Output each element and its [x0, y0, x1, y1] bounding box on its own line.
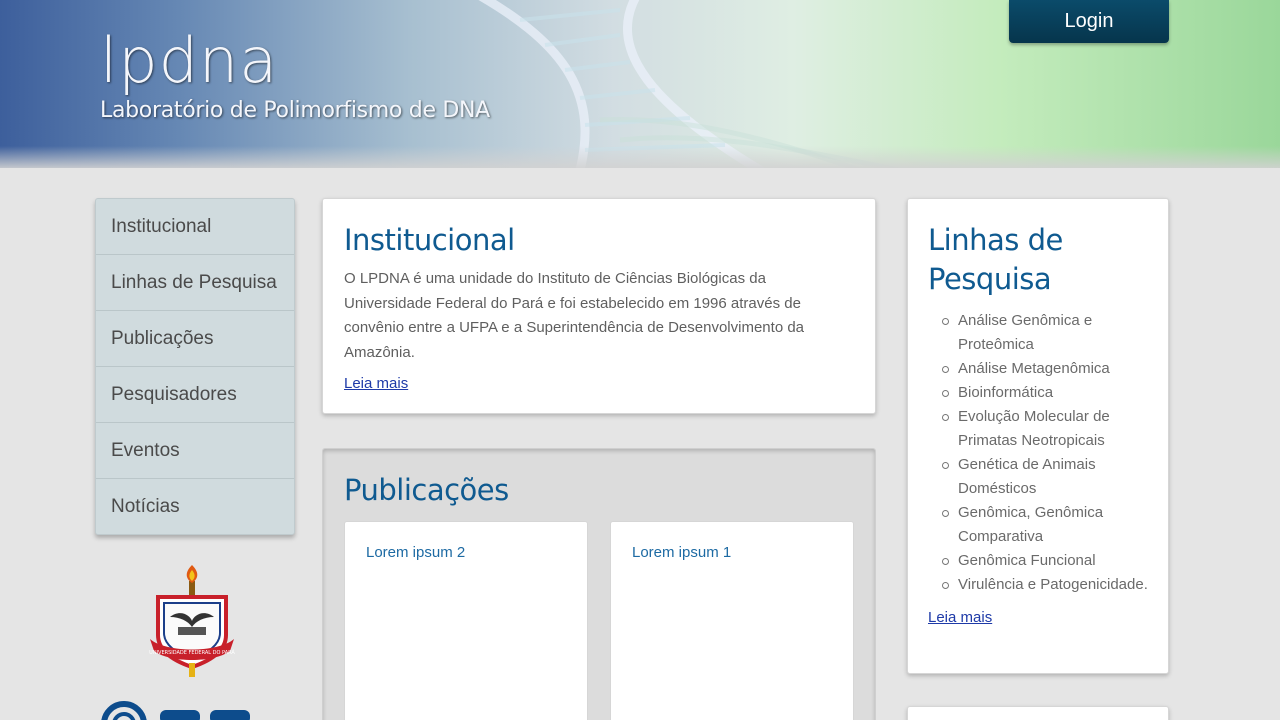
sidebar-item-institucional[interactable]: Institucional [96, 199, 294, 255]
partner-logo [101, 701, 250, 720]
list-item: Genética de Animais Domésticos [942, 453, 1148, 501]
publications-title: Publicações [344, 473, 509, 507]
sidebar-item-linhas-de-pesquisa[interactable]: Linhas de Pesquisa [96, 255, 294, 311]
publications-panel: Publicações Lorem ipsum 2 Lorem ipsum 1 [322, 448, 876, 720]
list-item: Análise Metagenômica [942, 357, 1148, 381]
sidebar-item-publicacoes[interactable]: Publicações [96, 311, 294, 367]
list-item: Análise Genômica e Proteômica [942, 309, 1148, 357]
publication-card[interactable]: Lorem ipsum 1 [610, 521, 854, 720]
institutional-title: Institucional [344, 223, 515, 257]
svg-text:UNIVERSIDADE FEDERAL DO PARÁ: UNIVERSIDADE FEDERAL DO PARÁ [149, 649, 235, 656]
list-item: Genômica, Genômica Comparativa [942, 501, 1148, 549]
list-item: Virulência e Patogenicidade. [942, 573, 1148, 597]
research-lines-read-more-link[interactable]: Leia mais [928, 609, 992, 626]
institutional-card: Institucional O LPDNA é uma unidade do I… [322, 198, 876, 414]
site-subtitle: Laboratório de Polimorfismo de DNA [100, 98, 490, 123]
list-item: Evolução Molecular de Primatas Neotropic… [942, 405, 1148, 453]
login-button[interactable]: Login [1009, 0, 1169, 43]
research-lines-card: Linhas de Pesquisa Análise Genômica e Pr… [907, 198, 1169, 674]
research-lines-title: Linhas de Pesquisa [928, 223, 1063, 296]
university-crest-logo: UNIVERSIDADE FEDERAL DO PARÁ [149, 565, 235, 677]
research-lines-list: Análise Genômica e Proteômica Análise Me… [928, 309, 1148, 597]
sidebar-item-pesquisadores[interactable]: Pesquisadores [96, 367, 294, 423]
publication-link[interactable]: Lorem ipsum 1 [632, 544, 731, 561]
publication-card[interactable]: Lorem ipsum 2 [344, 521, 588, 720]
site-logo: lpdna [100, 24, 279, 97]
sidebar-item-eventos[interactable]: Eventos [96, 423, 294, 479]
institutional-read-more-link[interactable]: Leia mais [344, 375, 408, 392]
list-item: Genômica Funcional [942, 549, 1148, 573]
sidebar-item-noticias[interactable]: Notícias [96, 479, 294, 534]
publication-link[interactable]: Lorem ipsum 2 [366, 544, 465, 561]
institutional-description: O LPDNA é uma unidade do Instituto de Ci… [344, 270, 805, 361]
list-item: Bioinformática [942, 381, 1148, 405]
secondary-right-card [907, 706, 1169, 720]
sidebar-nav: Institucional Linhas de Pesquisa Publica… [95, 198, 295, 535]
